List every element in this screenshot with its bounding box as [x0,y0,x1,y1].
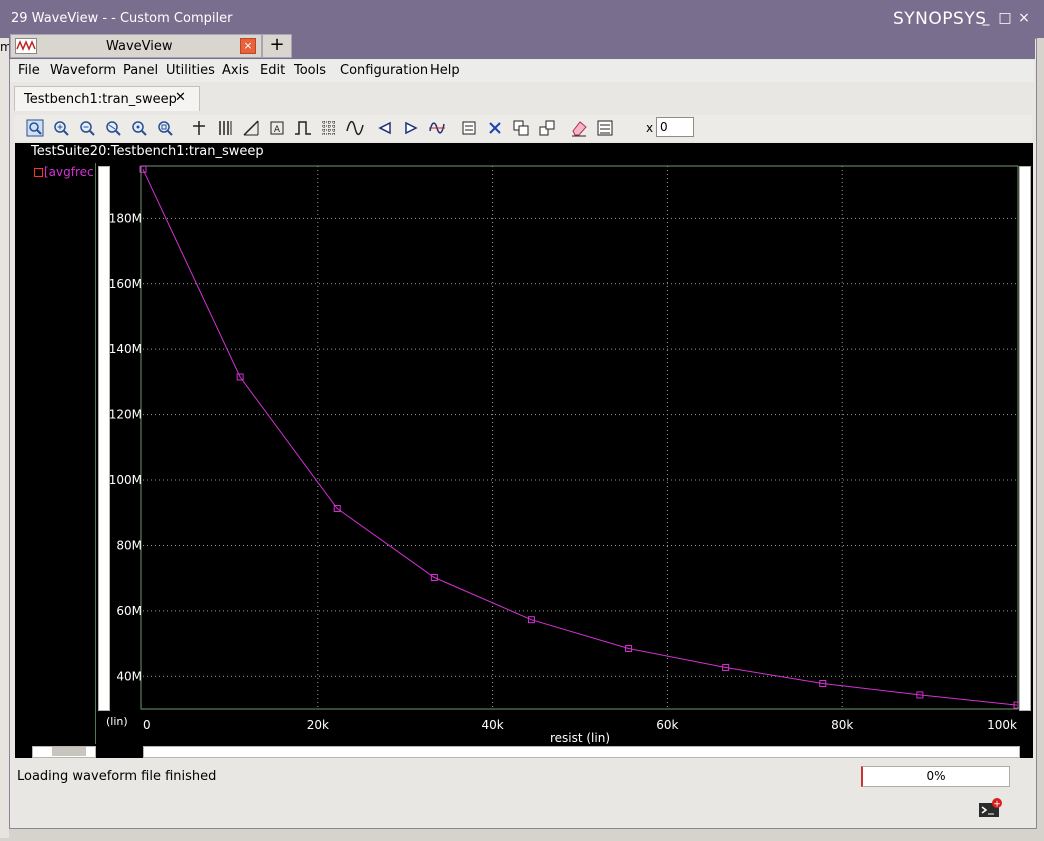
svg-text:A: A [274,125,281,135]
menu-bar: File Waveform Panel Utilities Axis Edit … [10,60,1034,82]
plot-vertical-scrollbar[interactable] [1019,166,1031,711]
zoom-in-icon[interactable] [52,119,70,137]
grid-icon[interactable] [320,119,338,137]
x-position-label: x [646,121,654,135]
link-icon[interactable] [538,119,556,137]
properties-icon[interactable] [596,119,614,137]
close-icon[interactable]: ✕ [175,90,186,105]
menu-panel[interactable]: Panel [123,63,158,78]
synopsys-logo: SYNOPSYS [893,9,987,29]
signal-scroll-thumb[interactable] [52,747,86,756]
minimize-button[interactable]: _ [978,10,994,26]
menu-utilities[interactable]: Utilities [166,63,215,78]
zoom-out-icon[interactable] [78,119,96,137]
menu-axis[interactable]: Axis [222,63,249,78]
app-tab-waveview[interactable]: WaveView × [10,34,262,58]
delete-icon[interactable] [486,119,504,137]
measure-icon[interactable] [242,119,260,137]
step-icon[interactable] [294,119,312,137]
signal-marker-icon [34,168,43,177]
close-window-button[interactable]: × [1016,10,1032,26]
waveform-panel [15,163,1033,758]
plot-horizontal-scrollbar[interactable] [143,746,1020,758]
menu-file[interactable]: File [18,63,40,78]
x-position-input[interactable] [656,117,694,137]
tab-testbench-label: Testbench1:tran_sweep [24,92,177,107]
close-tab-icon[interactable]: × [240,38,256,54]
panel-title: TestSuite20:Testbench1:tran_sweep [31,144,264,159]
zoom-y-icon[interactable] [130,119,148,137]
menu-configuration[interactable]: Configuration [340,63,428,78]
wave-measure-icon[interactable] [428,119,446,137]
zoom-area-icon[interactable] [156,119,174,137]
prev-icon[interactable] [376,119,394,137]
bars-icon[interactable] [216,119,234,137]
svg-text:+: + [993,800,1001,810]
maximize-button[interactable]: □ [997,10,1013,26]
signal-vertical-scrollbar[interactable] [98,166,110,711]
window-title: 29 WaveView - - Custom Compiler [11,11,233,26]
new-tab-button[interactable]: + [262,34,292,58]
app-tab-label: WaveView [106,39,173,54]
marker-icon[interactable]: A [268,119,286,137]
tab-testbench[interactable]: Testbench1:tran_sweep ✕ [14,86,200,111]
menu-tools[interactable]: Tools [294,63,326,78]
signal-name[interactable]: [avgfrec [44,165,94,179]
next-icon[interactable] [402,119,420,137]
cursor-cross-icon[interactable] [190,119,208,137]
waveview-icon [15,38,37,54]
panel-header: TestSuite20:Testbench1:tran_sweep [15,143,1033,163]
menu-help[interactable]: Help [430,63,460,78]
toolbar: A [14,115,1032,141]
progress-bar: 0% [861,766,1010,787]
stack-icon[interactable] [460,119,478,137]
background-window-edge [0,38,9,838]
copy-icon[interactable] [512,119,530,137]
menu-edit[interactable]: Edit [260,63,285,78]
console-icon[interactable]: + [978,798,1004,818]
signal-list: [avgfrec [15,163,96,744]
status-message: Loading waveform file finished [17,769,217,784]
wave-icon[interactable] [346,119,364,137]
eraser-icon[interactable] [570,119,588,137]
zoom-x-icon[interactable] [104,119,122,137]
menu-waveform[interactable]: Waveform [50,63,116,78]
zoom-fit-icon[interactable] [26,119,44,137]
